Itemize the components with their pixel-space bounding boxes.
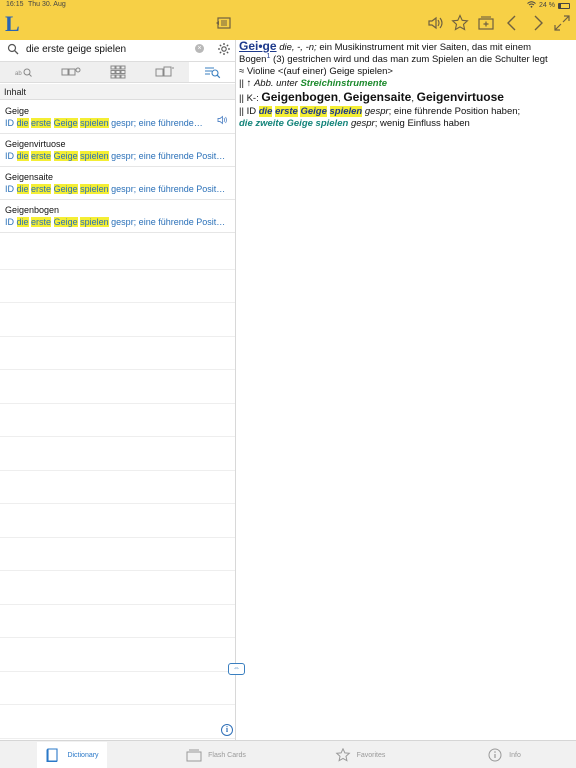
empty-rows [0,236,235,739]
battery-icon [558,2,570,9]
status-indicators: 24 % [527,1,570,10]
bottom-tab-bar: Dictionary Flash Cards Favorites Info [0,740,576,768]
list-item[interactable]: Geigensaite ID die erste Geige spielen g… [0,167,235,200]
headword: Gei•ge [239,39,277,53]
reference-line: || ↑ Abb. unter Streichinstrumente [239,78,388,89]
speaker-icon[interactable] [217,115,228,125]
empty-row [0,437,235,471]
search-input[interactable] [26,41,192,57]
empty-row [0,303,235,337]
empty-row [0,638,235,672]
section-header: Inhalt [0,84,235,100]
split-view-handle[interactable]: ⇔ [228,663,245,675]
empty-row [0,337,235,370]
status-bar: 16:15 Thu 30. Aug 24 % [0,0,576,10]
svg-text:ab: ab [15,71,22,77]
status-time: 16:15 [6,1,24,8]
empty-row [0,370,235,404]
back-icon[interactable] [502,14,522,32]
result-snippet: ID die erste Geige spielen gespr; eine f… [5,217,226,227]
empty-row [0,538,235,571]
info-icon[interactable]: i [221,724,233,736]
forward-icon[interactable] [528,14,548,32]
grammar-info: die, -, -n; [279,42,317,53]
compound-link[interactable]: Geigenbogen [261,90,338,104]
empty-row [0,705,235,739]
results-list: Geige ID die erste Geige spielen gespr; … [0,101,235,233]
list-item[interactable]: Geigenvirtuose ID die erste Geige spiele… [0,134,235,167]
synonym-line: ≈ Violine <(auf einer) Geige spielen> [239,66,393,77]
compound-search-icon[interactable] [47,62,94,82]
tab-info[interactable]: Info [432,741,576,768]
flashcards-icon [186,749,202,762]
fullscreen-icon[interactable] [552,14,572,32]
entry-definition: Gei•ge die, -, -n; ein Musikinstrument m… [239,40,574,54]
result-title: Geigenbogen [5,205,60,215]
search-icon [7,43,19,55]
top-toolbar: 16:15 Thu 30. Aug 24 % L [0,0,576,40]
result-snippet: ID die erste Geige spielen gespr; eine f… [5,184,226,194]
empty-row [0,504,235,538]
result-snippet: ID die erste Geige spielen gespr; eine f… [5,151,226,161]
result-title: Geige [5,106,30,116]
result-title: Geigensaite [5,172,54,182]
search-bar: × [0,40,235,60]
tab-favorites[interactable]: Favorites [288,741,432,768]
wifi-icon [527,1,536,10]
star-icon [335,748,351,762]
reference-link[interactable]: Streichinstrumente [300,78,387,89]
info-icon [488,748,502,762]
history-icon[interactable] [214,14,234,32]
add-flashcard-icon[interactable] [476,14,496,32]
speaker-icon[interactable] [425,14,445,32]
idiom-line-2: die zweite Geige spielen gespr; wenig Ei… [239,118,470,129]
compound-link[interactable]: Geigensaite [343,90,411,104]
definition-continuation: (3) gestrichen wird und das man zum Spie… [273,54,548,65]
results-panel: × ab Inhalt Geige [0,40,236,740]
star-icon[interactable] [450,14,470,32]
result-title: Geigenvirtuose [5,139,66,149]
wildcard-search-icon[interactable] [142,62,189,82]
status-date: Thu 30. Aug [28,1,66,8]
tab-label: Info [509,751,521,759]
bogen-link[interactable]: Bogen [239,54,266,65]
tab-label: Favorites [356,751,386,759]
empty-row [0,270,235,303]
clear-search-icon[interactable]: × [195,44,204,53]
list-item[interactable]: Geigenbogen ID die erste Geige spielen g… [0,200,235,233]
grid-icon[interactable] [94,62,141,82]
result-snippet: ID die erste Geige spielen gespr; eine f… [5,118,203,128]
empty-row [0,605,235,638]
app-logo: L [5,11,20,36]
definition-text: ein Musikinstrument mit vier Saiten, das… [319,42,532,53]
empty-row [0,571,235,605]
dictionary-icon [46,748,58,762]
idiom-line: || ID die erste Geige spielen gespr; ein… [239,106,521,117]
tab-label: Dictionary [67,751,99,759]
definition-line-2: Bogen1 (3) gestrichen wird und das man z… [239,52,574,66]
fulltext-search-icon[interactable]: ab [0,62,47,82]
search-mode-tabs: ab [0,61,235,83]
entry-panel: Gei•ge die, -, -n; ein Musikinstrument m… [239,40,574,740]
empty-row [0,236,235,270]
tab-label: Flash Cards [208,751,246,759]
app-window: 16:15 Thu 30. Aug 24 % L die erste geige… [0,0,576,768]
battery-percent: 24 % [539,2,555,9]
empty-row [0,471,235,504]
tab-flash-cards[interactable]: Flash Cards [144,741,288,768]
gear-icon[interactable] [217,42,231,56]
tab-dictionary[interactable]: Dictionary [0,741,144,768]
empty-row [0,404,235,437]
empty-row [0,672,235,705]
content-search-icon[interactable] [188,62,235,82]
compound-link[interactable]: Geigenvirtuose [417,90,504,104]
list-item[interactable]: Geige ID die erste Geige spielen gespr; … [0,101,235,134]
superscript-number: 1 [266,52,271,60]
compounds-line: || K-: Geigenbogen, Geigensaite, Geigenv… [239,90,504,104]
